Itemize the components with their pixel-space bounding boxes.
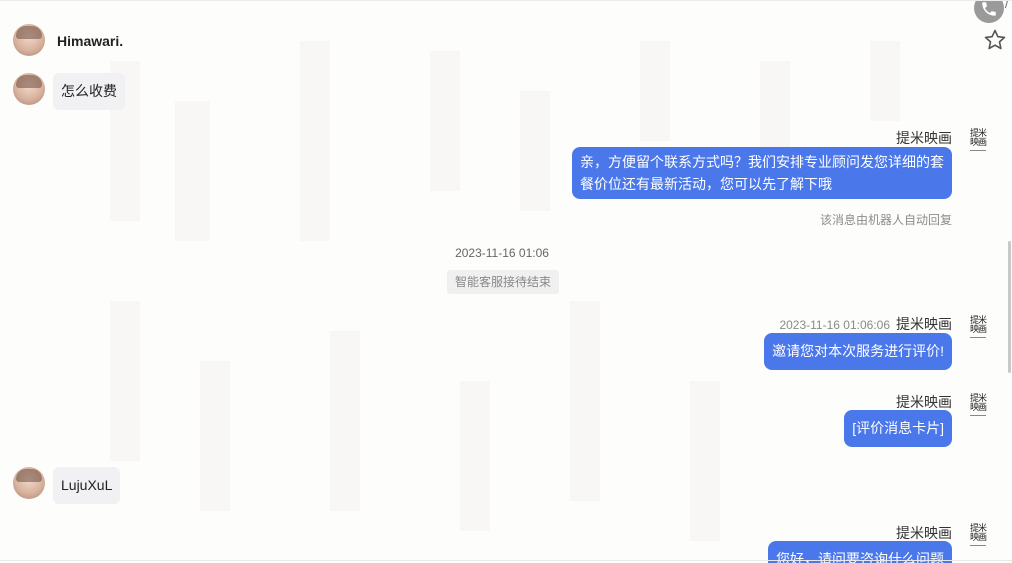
watermark xyxy=(460,381,490,531)
divider xyxy=(0,560,1012,561)
watermark xyxy=(520,91,550,211)
customer-message: LujuXuL xyxy=(53,467,121,504)
chat-window: / Himawari. 怎么收费 提米 映画 提米映画 亲，方便留个联系方式吗？… xyxy=(0,0,1012,563)
brand-logo-line2: 映画 xyxy=(969,138,987,148)
watermark xyxy=(870,41,900,121)
call-extra-text: / xyxy=(1005,0,1009,11)
message-timestamp: 2023-11-16 01:06:06 xyxy=(779,318,890,332)
brand-logo-rule xyxy=(970,150,986,151)
avatar[interactable] xyxy=(13,73,45,105)
sender-name: 提米映画 xyxy=(896,316,952,332)
agent-message-line: 餐价位还有最新活动，您可以先了解下哦 xyxy=(580,176,832,192)
agent-message: 亲，方便留个联系方式吗？我们安排专业顾问发您详细的套 餐价位还有最新活动，您可以… xyxy=(572,147,952,199)
watermark xyxy=(175,101,210,241)
watermark xyxy=(640,41,670,141)
phone-icon[interactable] xyxy=(974,1,1004,23)
brand-logo-line2: 映画 xyxy=(969,533,987,543)
avatar[interactable] xyxy=(13,24,45,56)
watermark xyxy=(430,51,460,191)
brand-logo-line2: 映画 xyxy=(969,325,987,335)
brand-logo-rule xyxy=(970,337,986,338)
sender-header: 2023-11-16 01:06:06 提米映画 xyxy=(779,314,952,334)
brand-logo-rule xyxy=(970,545,986,546)
avatar[interactable] xyxy=(13,467,45,499)
watermark xyxy=(300,41,330,241)
customer-name: Himawari. xyxy=(57,33,124,49)
watermark xyxy=(110,301,140,461)
brand-logo: 提米 映画 xyxy=(966,525,990,551)
star-icon[interactable] xyxy=(983,28,1007,52)
agent-message: 邀请您对本次服务进行评价! xyxy=(764,333,952,370)
scrollbar[interactable] xyxy=(1008,241,1011,373)
watermark xyxy=(570,301,600,501)
brand-logo: 提米 映画 xyxy=(966,130,990,156)
brand-logo: 提米 映画 xyxy=(966,395,990,421)
sender-name: 提米映画 xyxy=(896,130,952,146)
time-divider: 2023-11-16 01:06 xyxy=(455,246,549,260)
evaluation-card[interactable]: [评价消息卡片] xyxy=(844,410,952,447)
watermark xyxy=(200,361,230,511)
agent-message-line: 亲，方便留个联系方式吗？我们安排专业顾问发您详细的套 xyxy=(580,154,944,170)
brand-logo-rule xyxy=(970,415,986,416)
sender-name: 提米映画 xyxy=(896,394,952,410)
customer-message: 怎么收费 xyxy=(53,73,125,110)
watermark xyxy=(690,381,720,541)
sender-name: 提米映画 xyxy=(896,525,952,541)
system-message: 智能客服接待结束 xyxy=(447,270,560,294)
brand-logo: 提米 映画 xyxy=(966,317,990,343)
bot-auto-reply-note: 该消息由机器人自动回复 xyxy=(819,213,952,227)
brand-logo-line2: 映画 xyxy=(969,403,987,413)
watermark xyxy=(330,331,360,511)
